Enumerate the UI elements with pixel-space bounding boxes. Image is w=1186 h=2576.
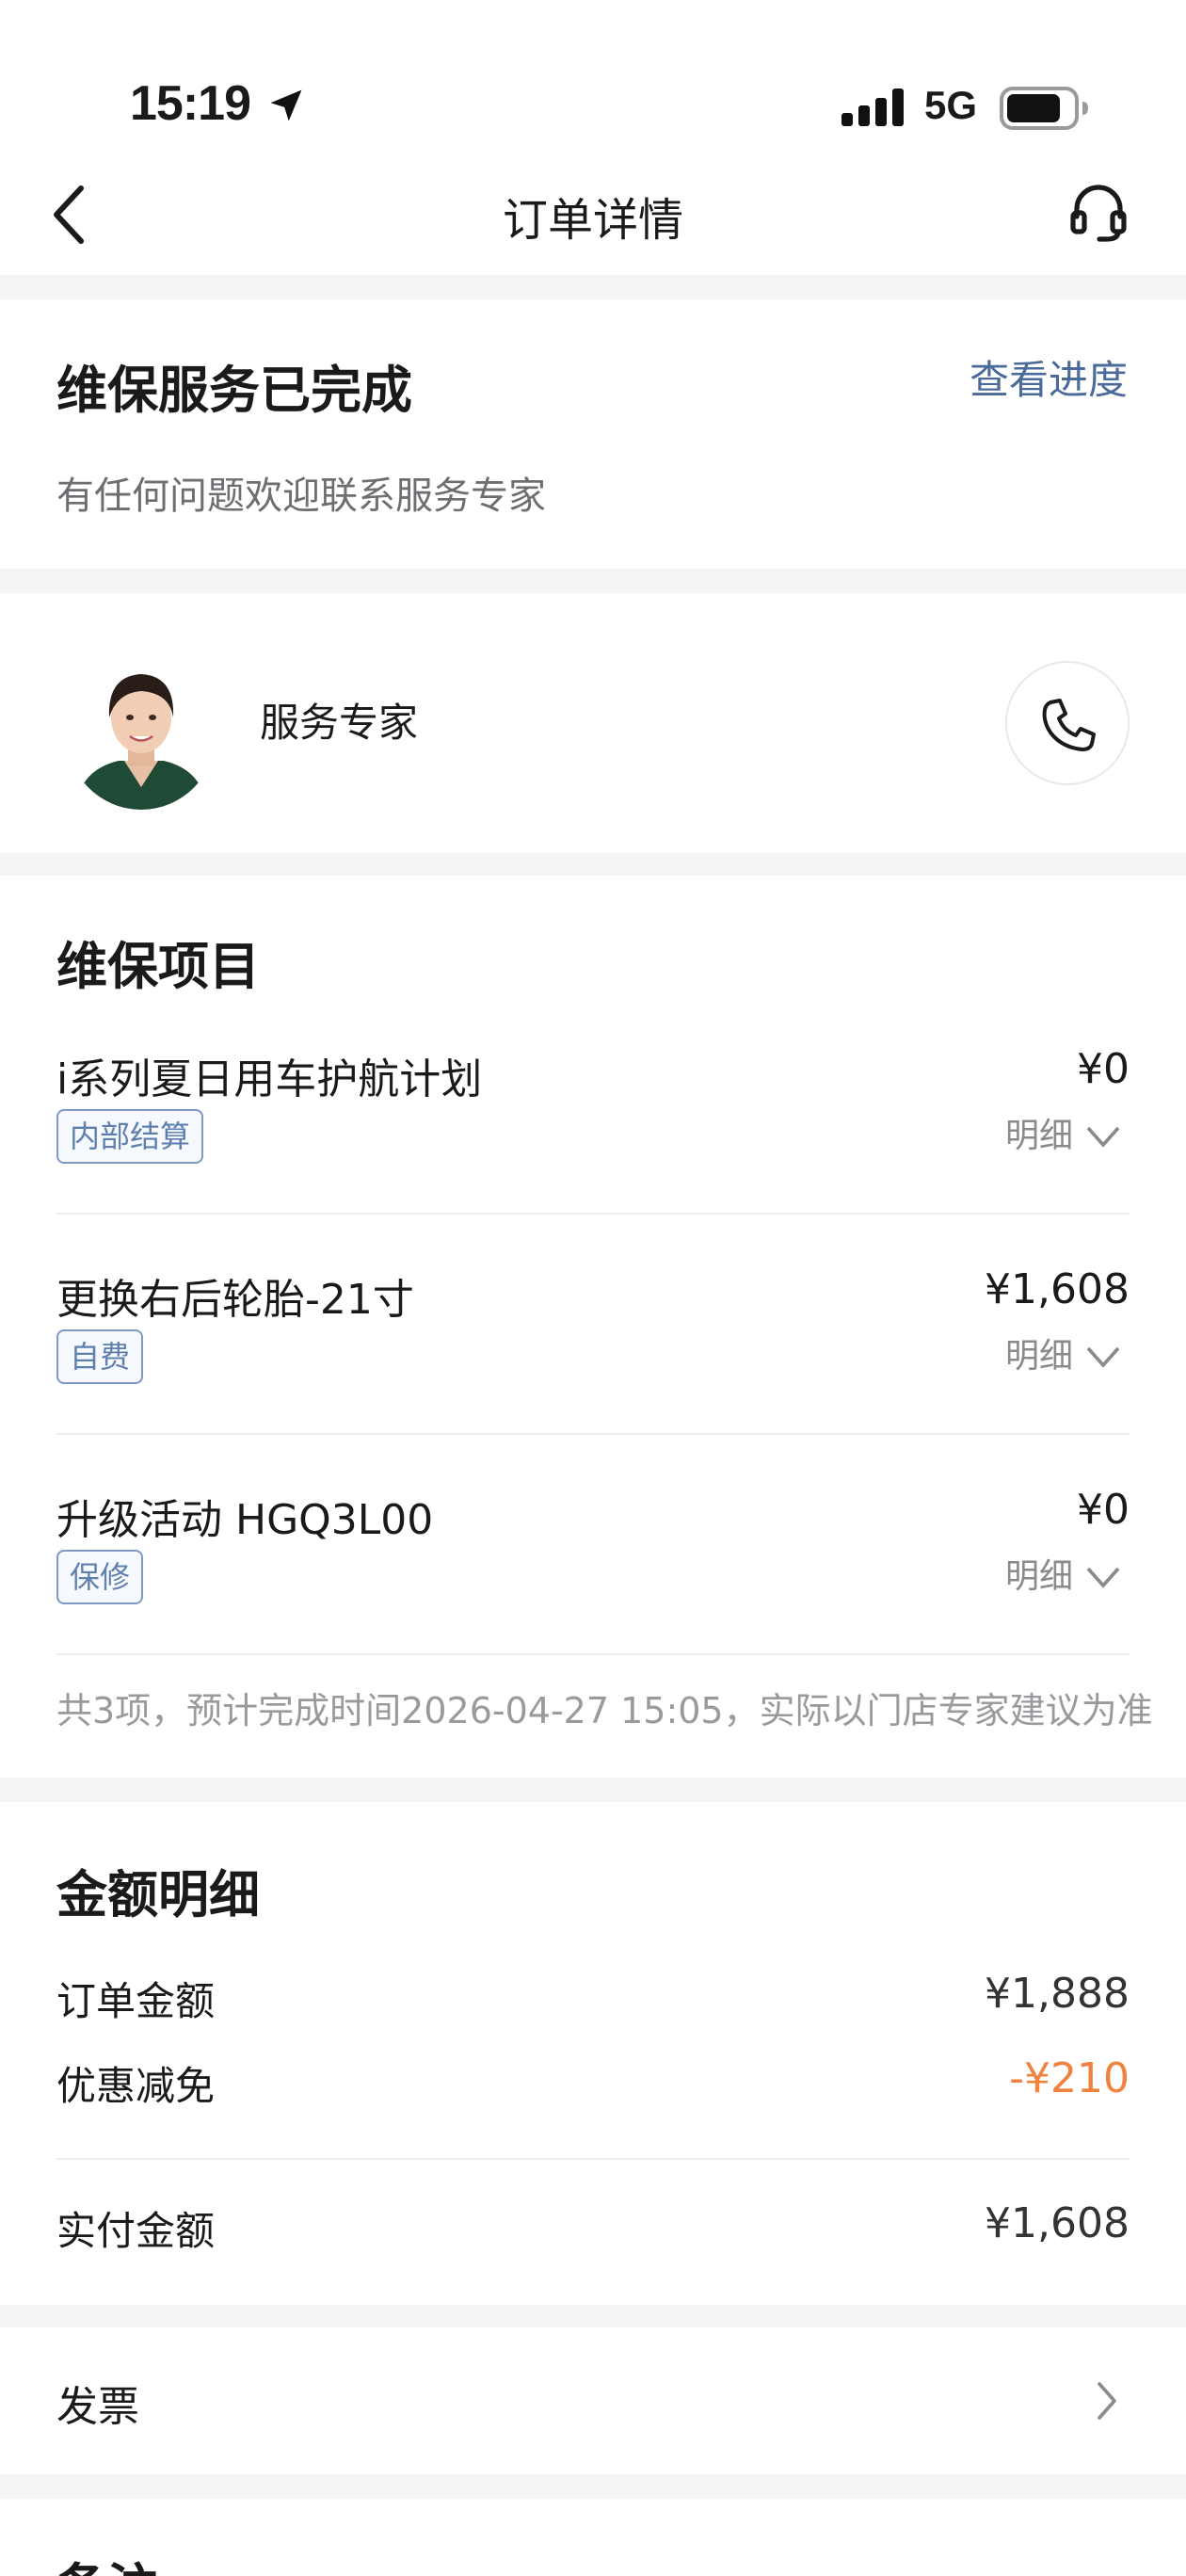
maintenance-item: 升级活动 HGQ3L00 ¥0 保修 明细 — [56, 1486, 1130, 1706]
order-status-title: 维保服务已完成 — [56, 361, 412, 420]
divider — [56, 1433, 1130, 1435]
order-status-subtitle: 有任何问题欢迎联系服务专家 — [56, 475, 546, 518]
item-detail-label: 明细 — [1004, 1337, 1073, 1376]
item-tag: 自费 — [56, 1329, 144, 1384]
order-status-card: 维保服务已完成 查看进度 有任何问题欢迎联系服务专家 — [0, 299, 1186, 569]
page-title: 订单详情 — [502, 194, 683, 247]
paid-amount-label: 实付金额 — [56, 2208, 216, 2254]
battery-icon — [1000, 87, 1088, 130]
item-detail-label: 明细 — [1004, 1557, 1073, 1596]
items-footnote: 共3项，预计完成时间2026-04-27 15:05，实际以门店专家建议为准 — [56, 1690, 1153, 1731]
item-price: ¥0 — [1077, 1486, 1130, 1534]
status-time: 15:19 — [130, 76, 251, 131]
maintenance-item: i系列夏日用车护航计划 ¥0 内部结算 明细 — [56, 1045, 1130, 1265]
discount-label: 优惠减免 — [56, 2063, 216, 2109]
signal-bars-icon — [841, 89, 904, 126]
nav-bar: 订单详情 — [0, 160, 1186, 275]
paid-amount-value: ¥1,608 — [985, 2199, 1130, 2247]
divider — [56, 2158, 1130, 2160]
invoice-row[interactable]: 发票 — [0, 2327, 1186, 2474]
invoice-label: 发票 — [56, 2383, 139, 2431]
maintenance-section-title: 维保项目 — [56, 937, 260, 996]
item-name: 更换右后轮胎-21寸 — [56, 1276, 414, 1324]
item-price: ¥0 — [1077, 1045, 1130, 1093]
location-arrow-icon — [270, 89, 302, 121]
chevron-down-icon — [1086, 1126, 1120, 1148]
item-name: 升级活动 HGQ3L00 — [56, 1496, 434, 1544]
chevron-down-icon — [1086, 1346, 1120, 1368]
divider — [56, 1213, 1130, 1215]
item-tag: 保修 — [56, 1550, 144, 1604]
chevron-down-icon — [1086, 1567, 1120, 1588]
advisor-label: 服务专家 — [260, 700, 419, 746]
call-advisor-button[interactable] — [1005, 661, 1130, 785]
paid-amount-row: 实付金额 ¥1,608 — [56, 2199, 1130, 2256]
chevron-right-icon — [1098, 2382, 1116, 2420]
maintenance-item: 更换右后轮胎-21寸 ¥1,608 自费 明细 — [56, 1265, 1130, 1486]
order-detail-page: 15:19 5G 订单详情 维保服务已完成 查看进度 有任何问题欢迎联系服务专家… — [0, 0, 1186, 2576]
item-tag: 内部结算 — [56, 1109, 204, 1164]
item-name: i系列夏日用车护航计划 — [56, 1055, 483, 1103]
item-price: ¥1,608 — [985, 1265, 1130, 1313]
network-type: 5G — [924, 83, 978, 127]
phone-icon — [1042, 699, 1096, 751]
view-progress-link[interactable]: 查看进度 — [970, 348, 1128, 406]
amount-detail-card: 金额明细 订单金额 ¥1,888 优惠减免 -¥210 实付金额 ¥1,608 — [0, 1802, 1186, 2305]
discount-value: -¥210 — [1009, 2054, 1130, 2102]
advisor-avatar — [66, 655, 216, 810]
order-total-row: 订单金额 ¥1,888 — [56, 1970, 1130, 2026]
item-detail-toggle[interactable]: 明细 — [1005, 1329, 1120, 1384]
item-detail-toggle[interactable]: 明细 — [1005, 1109, 1120, 1164]
amount-section-title: 金额明细 — [56, 1865, 260, 1924]
maintenance-items-card: 维保项目 i系列夏日用车护航计划 ¥0 内部结算 明细 更换右后轮胎-21寸 ¥… — [0, 876, 1186, 1778]
order-total-value: ¥1,888 — [985, 1970, 1130, 2018]
headset-icon[interactable] — [1069, 181, 1128, 243]
discount-row: 优惠减免 -¥210 — [56, 2054, 1130, 2111]
item-detail-label: 明细 — [1004, 1117, 1073, 1155]
advisor-card: 服务专家 — [0, 593, 1186, 853]
order-total-label: 订单金额 — [56, 1978, 216, 2024]
divider — [56, 1653, 1130, 1655]
remarks-card: 备注 — [0, 2499, 1186, 2576]
remarks-title: 备注 — [56, 2546, 158, 2576]
item-detail-toggle[interactable]: 明细 — [1005, 1550, 1120, 1604]
status-bar: 15:19 5G — [0, 0, 1186, 160]
